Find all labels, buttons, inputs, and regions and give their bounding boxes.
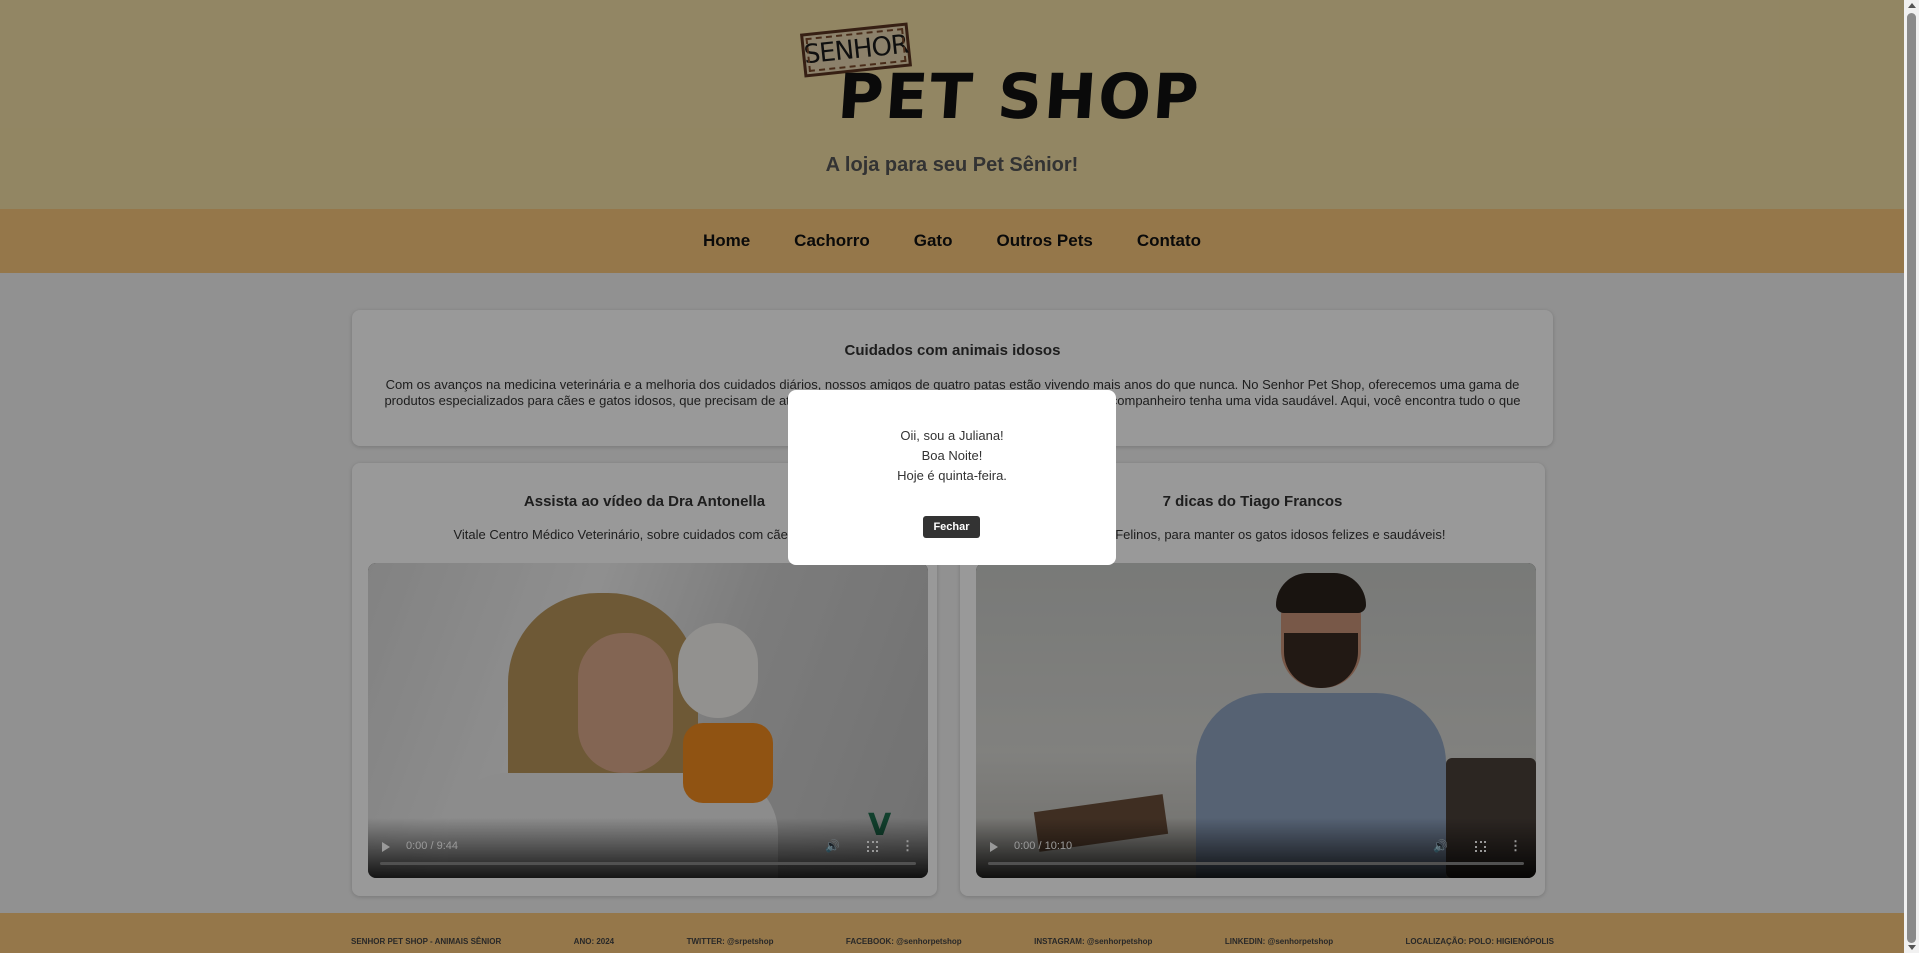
modal-salutation: Boa Noite! — [921, 448, 983, 463]
modal-weekday: Hoje é quinta-feira. — [897, 468, 1007, 483]
scrollbar-thumb[interactable] — [1907, 13, 1916, 943]
close-button[interactable]: Fechar — [923, 516, 980, 538]
page-scrollbar[interactable] — [1904, 0, 1919, 953]
scroll-up-icon[interactable] — [1908, 3, 1916, 8]
scroll-down-icon[interactable] — [1908, 945, 1916, 950]
modal-greeting: Oii, sou a Juliana! — [900, 428, 1004, 443]
greeting-modal: Oii, sou a Juliana! Boa Noite! Hoje é qu… — [788, 390, 1116, 565]
